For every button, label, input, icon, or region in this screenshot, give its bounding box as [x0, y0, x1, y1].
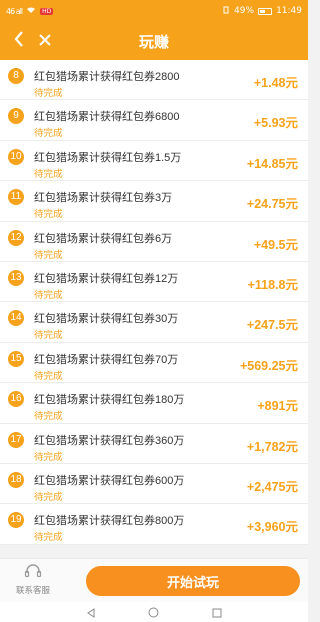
task-list: 8 红包猎场累计获得红包券2800 待完成 +1.48元 9 红包猎场累计获得红包券680… [0, 60, 308, 545]
task-number-badge: 13 [8, 269, 24, 286]
task-reward: +49.5元 [253, 237, 298, 252]
task-status: 待完成 [34, 532, 63, 544]
task-row[interactable]: 12 红包猎场累计获得红包券6万 待完成 +49.5元 [0, 222, 308, 262]
task-reward: +2,475元 [246, 479, 298, 494]
clock: 11:49 [276, 6, 302, 16]
task-row[interactable]: 11 红包猎场累计获得红包券3万 待完成 +24.75元 [0, 181, 308, 222]
task-row[interactable]: 16 红包猎场累计获得红包券180万 待完成 +891元 [0, 383, 308, 424]
wifi-icon [26, 6, 36, 17]
task-title: 红包猎场累计获得红包券70万 [34, 353, 179, 366]
start-trial-button[interactable]: 开始试玩 [86, 566, 300, 596]
task-number-badge: 14 [8, 310, 24, 327]
task-status: 待完成 [34, 370, 63, 382]
task-title: 红包猎场累计获得红包券1.5万 [34, 151, 182, 164]
header: 玩赚 [0, 22, 308, 60]
task-status: 待完成 [34, 411, 63, 423]
hd-badge: HD [40, 7, 54, 15]
nav-back-icon[interactable] [86, 603, 96, 622]
close-icon [38, 32, 52, 51]
task-row[interactable]: 8 红包猎场累计获得红包券2800 待完成 +1.48元 [0, 60, 308, 101]
task-number-badge: 18 [8, 471, 24, 488]
task-number-badge: 19 [8, 512, 24, 529]
task-status: 待完成 [34, 249, 63, 261]
task-status: 待完成 [34, 128, 63, 140]
task-reward: +24.75元 [246, 197, 298, 212]
task-title: 红包猎场累计获得红包券30万 [34, 313, 179, 326]
task-status: 待完成 [34, 209, 63, 221]
battery-icon [258, 7, 273, 15]
task-title: 红包猎场累计获得红包券800万 [34, 515, 185, 528]
chevron-left-icon [13, 31, 25, 51]
task-row[interactable]: 19 红包猎场累计获得红包券800万 待完成 +3,960元 [0, 504, 308, 545]
task-title: 红包猎场累计获得红包券2800 [34, 71, 180, 83]
task-reward: +891元 [257, 399, 298, 414]
task-status: 待完成 [34, 451, 63, 463]
signal-indicator: 46 all [6, 6, 23, 16]
task-title: 红包猎场累计获得红包券6万 [34, 232, 173, 245]
task-title: 红包猎场累计获得红包券600万 [34, 474, 185, 487]
task-status: 待完成 [34, 491, 63, 503]
task-number-badge: 8 [8, 68, 24, 84]
bottom-action-bar: 联系客服 开始试玩 [0, 558, 308, 602]
system-nav-bar [0, 602, 308, 622]
task-row[interactable]: 15 红包猎场累计获得红包券70万 待完成 +569.25元 [0, 343, 308, 384]
task-number-badge: 11 [8, 189, 24, 206]
nav-recents-icon[interactable] [212, 603, 222, 622]
task-row[interactable]: 10 红包猎场累计获得红包券1.5万 待完成 +14.85元 [0, 141, 308, 182]
task-number-badge: 12 [8, 229, 24, 246]
task-reward: +247.5元 [246, 318, 298, 333]
task-row[interactable]: 18 红包猎场累计获得红包券600万 待完成 +2,475元 [0, 464, 308, 505]
contact-service-label: 联系客服 [15, 585, 50, 595]
task-reward: +1.48元 [253, 76, 298, 90]
task-title: 红包猎场累计获得红包券3万 [34, 192, 173, 205]
task-reward: +1,782元 [246, 439, 298, 454]
task-status: 待完成 [34, 330, 63, 342]
task-title: 红包猎场累计获得红包券12万 [34, 272, 179, 285]
contact-service-button[interactable]: 联系客服 [8, 563, 58, 596]
close-button[interactable] [32, 22, 58, 60]
task-number-badge: 9 [8, 108, 24, 125]
task-title: 红包猎场累计获得红包券180万 [34, 394, 185, 407]
task-reward: +5.93元 [253, 116, 298, 131]
battery-percent: 49% [234, 6, 255, 16]
task-number-badge: 17 [8, 431, 24, 448]
headset-icon [24, 564, 42, 583]
back-button[interactable] [6, 22, 32, 60]
task-status: 待完成 [34, 88, 63, 99]
task-number-badge: 16 [8, 391, 24, 408]
task-row[interactable]: 9 红包猎场累计获得红包券6800 待完成 +5.93元 [0, 100, 308, 141]
vibrate-icon [222, 6, 230, 17]
task-reward: +3,960元 [246, 520, 298, 535]
task-row[interactable]: 14 红包猎场累计获得红包券30万 待完成 +247.5元 [0, 302, 308, 343]
status-bar: 46 all HD 49% 11:49 [0, 0, 308, 22]
task-reward: +569.25元 [239, 358, 298, 373]
task-title: 红包猎场累计获得红包券360万 [34, 434, 185, 447]
task-status: 待完成 [34, 289, 63, 301]
task-status: 待完成 [34, 168, 63, 180]
task-row[interactable]: 17 红包猎场累计获得红包券360万 待完成 +1,782元 [0, 424, 308, 464]
task-row[interactable]: 13 红包猎场累计获得红包券12万 待完成 +118.8元 [0, 262, 308, 303]
task-reward: +118.8元 [247, 277, 298, 292]
task-title: 红包猎场累计获得红包券6800 [34, 111, 180, 124]
task-number-badge: 10 [8, 148, 24, 165]
nav-home-icon[interactable] [148, 603, 159, 622]
task-reward: +14.85元 [246, 156, 298, 171]
task-number-badge: 15 [8, 350, 24, 367]
